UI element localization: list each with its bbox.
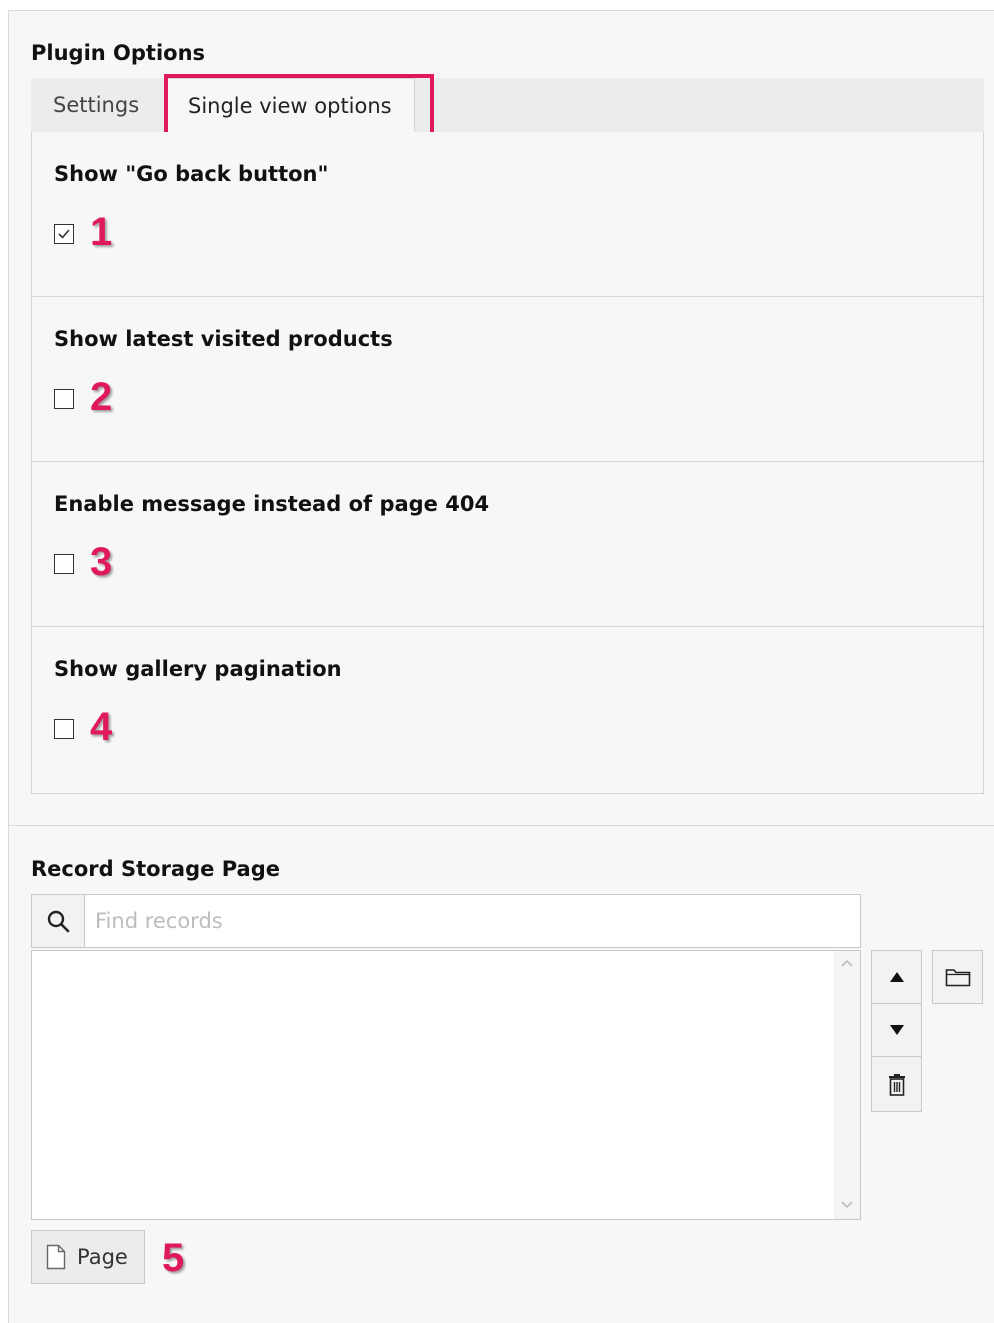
annotation-marker-1: 1 — [90, 210, 113, 254]
selected-records-list[interactable] — [31, 950, 861, 1220]
triangle-up-icon — [889, 972, 904, 982]
record-storage-title: Record Storage Page — [31, 857, 280, 881]
list-scrollbar[interactable] — [834, 951, 860, 1219]
find-records-input[interactable] — [85, 895, 860, 947]
chevron-up-icon[interactable] — [841, 959, 853, 967]
option-latest-visited-products: Show latest visited products 2 — [32, 297, 983, 462]
checkmark-icon — [58, 229, 70, 239]
option-label: Show "Go back button" — [54, 162, 329, 186]
plugin-options-title: Plugin Options — [31, 41, 206, 65]
search-icon-addon — [32, 895, 85, 947]
option-message-instead-of-404: Enable message instead of page 404 3 — [32, 462, 983, 627]
triangle-down-icon — [889, 1025, 904, 1035]
annotation-marker-3: 3 — [90, 540, 113, 584]
single-view-options-panel: Show "Go back button" 1 Show latest visi… — [31, 132, 984, 794]
option-go-back-button: Show "Go back button" 1 — [32, 132, 983, 297]
message-instead-of-404-checkbox[interactable] — [54, 554, 74, 574]
plugin-form: Plugin Options Settings Single view opti… — [8, 10, 994, 1323]
option-label: Show gallery pagination — [54, 657, 342, 681]
annotation-marker-2: 2 — [90, 375, 113, 419]
move-up-button[interactable] — [872, 951, 921, 1004]
add-page-button[interactable]: Page — [31, 1230, 145, 1284]
option-label: Enable message instead of page 404 — [54, 492, 490, 516]
folder-icon — [945, 969, 970, 987]
record-action-buttons — [871, 950, 922, 1112]
browse-pages-button[interactable] — [932, 950, 983, 1004]
latest-visited-products-checkbox[interactable] — [54, 389, 74, 409]
page-button-label: Page — [77, 1245, 128, 1269]
tab-settings[interactable]: Settings — [31, 78, 161, 133]
annotation-marker-5: 5 — [162, 1236, 185, 1280]
search-icon — [47, 910, 70, 933]
page-icon — [46, 1244, 66, 1270]
gallery-pagination-checkbox[interactable] — [54, 719, 74, 739]
delete-button[interactable] — [872, 1058, 921, 1111]
tab-highlight-annotation — [164, 74, 434, 136]
move-down-button[interactable] — [872, 1004, 921, 1057]
trash-icon — [888, 1073, 905, 1096]
go-back-button-checkbox[interactable] — [54, 224, 74, 244]
option-label: Show latest visited products — [54, 327, 393, 351]
annotation-marker-4: 4 — [90, 705, 113, 749]
record-search-group — [31, 894, 861, 948]
option-gallery-pagination: Show gallery pagination 4 — [32, 627, 983, 792]
chevron-down-icon[interactable] — [841, 1201, 853, 1209]
section-divider — [9, 825, 994, 826]
